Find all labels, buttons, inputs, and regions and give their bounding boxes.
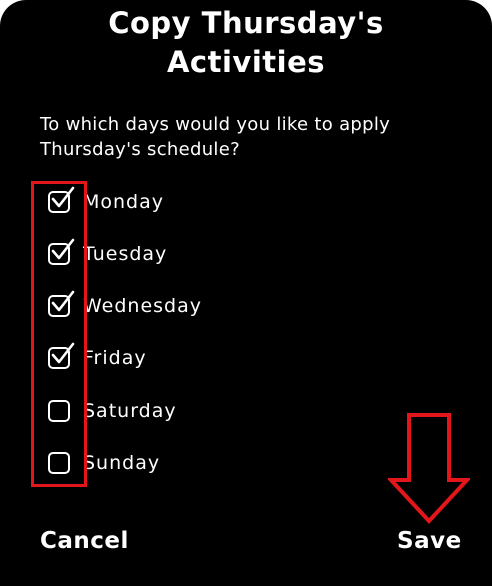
checkmark-icon	[51, 186, 75, 208]
annotation-highlight-box	[31, 181, 87, 487]
day-label: Wednesday	[83, 295, 203, 317]
cancel-button[interactable]: Cancel	[40, 528, 129, 554]
title-line-2: Activities	[166, 45, 325, 79]
page-title: Copy Thursday's Activities	[0, 4, 492, 82]
checkmark-icon	[51, 342, 75, 364]
down-arrow-icon	[388, 413, 470, 524]
checkmark-icon	[51, 238, 75, 260]
day-option-saturday[interactable]: Saturday	[44, 391, 364, 431]
day-label: Tuesday	[83, 243, 168, 265]
day-option-sunday[interactable]: Sunday	[44, 443, 364, 483]
friday-checkbox[interactable]	[48, 342, 75, 369]
save-button[interactable]: Save	[397, 528, 462, 554]
day-label: Saturday	[83, 400, 177, 422]
wednesday-checkbox[interactable]	[48, 290, 75, 317]
tuesday-checkbox[interactable]	[48, 238, 75, 265]
checkmark-icon	[51, 290, 75, 312]
monday-checkbox[interactable]	[48, 186, 75, 213]
saturday-checkbox[interactable]	[48, 400, 70, 422]
day-label: Monday	[83, 191, 165, 213]
title-line-1: Copy Thursday's	[108, 6, 384, 40]
prompt-text: To which days would you like to apply Th…	[40, 114, 391, 160]
day-label: Friday	[83, 347, 147, 369]
copy-activities-screen: Copy Thursday's Activities To which days…	[0, 0, 492, 586]
day-option-tuesday[interactable]: Tuesday	[44, 234, 364, 274]
day-option-wednesday[interactable]: Wednesday	[44, 286, 364, 326]
day-option-friday[interactable]: Friday	[44, 338, 364, 378]
sunday-checkbox[interactable]	[48, 452, 70, 474]
day-option-monday[interactable]: Monday	[44, 182, 364, 222]
day-label: Sunday	[83, 452, 161, 474]
